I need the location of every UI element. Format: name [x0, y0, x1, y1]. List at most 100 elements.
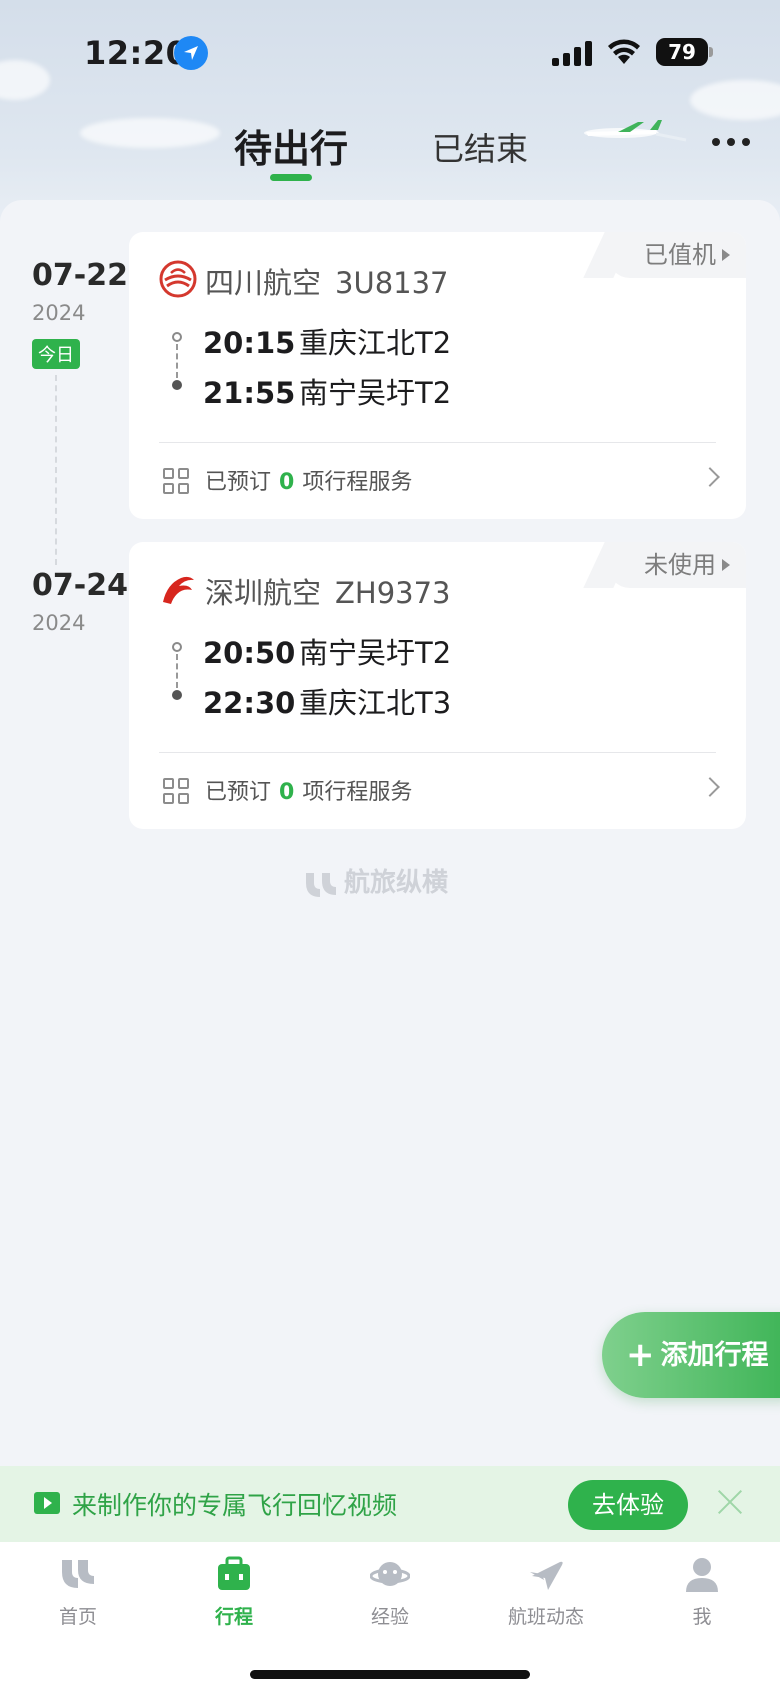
tabbar-label: 航班动态: [507, 1606, 584, 1628]
departure-row: 20:50 南宁吴圩T2: [203, 630, 451, 672]
trip-date-year: 2024: [32, 301, 86, 325]
trip-status-tag[interactable]: 已值机: [608, 232, 746, 278]
wifi-icon: [608, 39, 640, 64]
tabbar-label: 我: [692, 1606, 712, 1628]
trip-status-label: 未使用: [644, 551, 716, 579]
services-count: 0: [279, 470, 295, 495]
tab-indicator: [270, 174, 312, 181]
brand-logo-icon: [306, 872, 336, 897]
more-options-icon[interactable]: [710, 130, 754, 150]
tabbar-label: 经验: [370, 1606, 409, 1628]
trip-date: 07-24 2024: [32, 568, 132, 635]
home-icon: [62, 1560, 94, 1588]
promo-try-button[interactable]: 去体验: [568, 1480, 688, 1530]
add-trip-label: 添加行程: [660, 1340, 769, 1371]
services-prefix: 已预订: [205, 470, 272, 495]
plane-icon: [530, 1561, 563, 1590]
tabbar-item-flight-status[interactable]: 航班动态: [486, 1554, 606, 1629]
location-arrow-icon: [174, 36, 208, 70]
trip-card[interactable]: 已值机 四川航空 3U8137 20:15 重庆江北T2 21:55 南宁吴圩T2 已…: [129, 232, 746, 519]
battery-icon: 79: [656, 38, 708, 66]
flight-legs: 20:50 南宁吴圩T2 22:30 重庆江北T3: [159, 630, 719, 730]
airline-name: 四川航空 3U8137: [205, 260, 449, 302]
departure-time: 20:15: [203, 326, 296, 360]
status-bar: 12:20 79: [0, 0, 780, 100]
arrival-airport: 重庆江北T3: [299, 686, 452, 720]
leg-connector: [176, 344, 178, 378]
battery-tip: [709, 47, 713, 57]
services-prefix: 已预订: [205, 780, 272, 805]
promo-banner: 来制作你的专属飞行回忆视频 去体验: [0, 1466, 780, 1542]
arrival-row: 22:30 重庆江北T3: [203, 680, 451, 722]
flight-number: ZH9373: [335, 576, 451, 610]
caret-right-icon: [722, 249, 730, 261]
flight-number: 3U8137: [335, 266, 449, 300]
trip-date-day: 07-24: [32, 568, 128, 603]
airline-label: 四川航空: [205, 266, 322, 300]
grid-icon: [163, 778, 191, 806]
cellular-signal-icon: [552, 40, 594, 66]
chevron-right-icon: [700, 467, 720, 487]
tab-upcoming[interactable]: 待出行: [234, 118, 348, 173]
arrival-dot: [172, 690, 182, 700]
airline-label: 深圳航空: [205, 576, 322, 610]
tab-finished[interactable]: 已结束: [432, 124, 528, 170]
planet-icon: [370, 1562, 410, 1586]
add-trip-button[interactable]: + 添加行程: [602, 1312, 780, 1398]
services-text: 已预订 0 项行程服务: [205, 774, 412, 806]
status-time: 12:20: [84, 34, 189, 72]
home-indicator[interactable]: [250, 1670, 530, 1679]
sichuan-airlines-logo-icon: [159, 260, 197, 298]
departure-airport: 南宁吴圩T2: [299, 636, 452, 670]
grid-icon: [163, 468, 191, 496]
card-divider: [159, 442, 716, 443]
departure-dot: [172, 332, 182, 342]
tabbar-label: 行程: [214, 1606, 253, 1628]
tabbar-item-trips[interactable]: 行程: [174, 1554, 294, 1629]
arrival-row: 21:55 南宁吴圩T2: [203, 370, 451, 412]
promo-text: 来制作你的专属飞行回忆视频: [72, 1491, 398, 1520]
tabbar-item-me[interactable]: 我: [642, 1554, 762, 1629]
trip-date-year: 2024: [32, 611, 86, 635]
trip-services-row[interactable]: 已预订 0 项行程服务: [163, 464, 723, 504]
close-icon[interactable]: [716, 1488, 744, 1516]
services-suffix: 项行程服务: [302, 470, 413, 495]
brand-watermark: 航旅纵横: [304, 862, 448, 899]
arrival-time: 21:55: [203, 376, 296, 410]
timeline-line: [55, 375, 57, 565]
briefcase-icon: [218, 1556, 250, 1590]
services-count: 0: [279, 780, 295, 805]
bottom-tab-bar: 首页 行程 经验 航班动态 我: [0, 1542, 780, 1691]
shenzhen-airlines-logo-icon: [163, 576, 194, 604]
arrival-time: 22:30: [203, 686, 296, 720]
card-divider: [159, 752, 716, 753]
trip-status-tag[interactable]: 未使用: [608, 542, 746, 588]
trip-status-label: 已值机: [644, 241, 716, 269]
play-video-icon: [34, 1492, 60, 1514]
chevron-right-icon: [700, 777, 720, 797]
departure-airport: 重庆江北T2: [299, 326, 452, 360]
departure-dot: [172, 642, 182, 652]
brand-name: 航旅纵横: [344, 868, 449, 898]
caret-right-icon: [722, 559, 730, 571]
plus-icon: +: [626, 1335, 655, 1375]
services-suffix: 项行程服务: [302, 780, 413, 805]
arrival-dot: [172, 380, 182, 390]
arrival-airport: 南宁吴圩T2: [299, 376, 452, 410]
airline-name: 深圳航空 ZH9373: [205, 570, 451, 612]
tabbar-item-home[interactable]: 首页: [18, 1554, 138, 1629]
tabbar-label: 首页: [58, 1606, 97, 1628]
leg-connector: [176, 654, 178, 688]
trip-card[interactable]: 未使用 深圳航空 ZH9373 20:50 南宁吴圩T2 22:30 重庆江北T3 已…: [129, 542, 746, 829]
airplane-illustration-icon: [584, 120, 687, 142]
services-text: 已预订 0 项行程服务: [205, 464, 412, 496]
trip-date-day: 07-22: [32, 258, 128, 293]
flight-legs: 20:15 重庆江北T2 21:55 南宁吴圩T2: [159, 320, 719, 420]
today-badge: 今日: [32, 339, 80, 369]
tabbar-item-experience[interactable]: 经验: [330, 1554, 450, 1629]
user-icon: [686, 1558, 718, 1592]
trip-services-row[interactable]: 已预订 0 项行程服务: [163, 774, 723, 814]
departure-time: 20:50: [203, 636, 296, 670]
departure-row: 20:15 重庆江北T2: [203, 320, 451, 362]
trip-date: 07-22 2024 今日: [32, 258, 132, 369]
